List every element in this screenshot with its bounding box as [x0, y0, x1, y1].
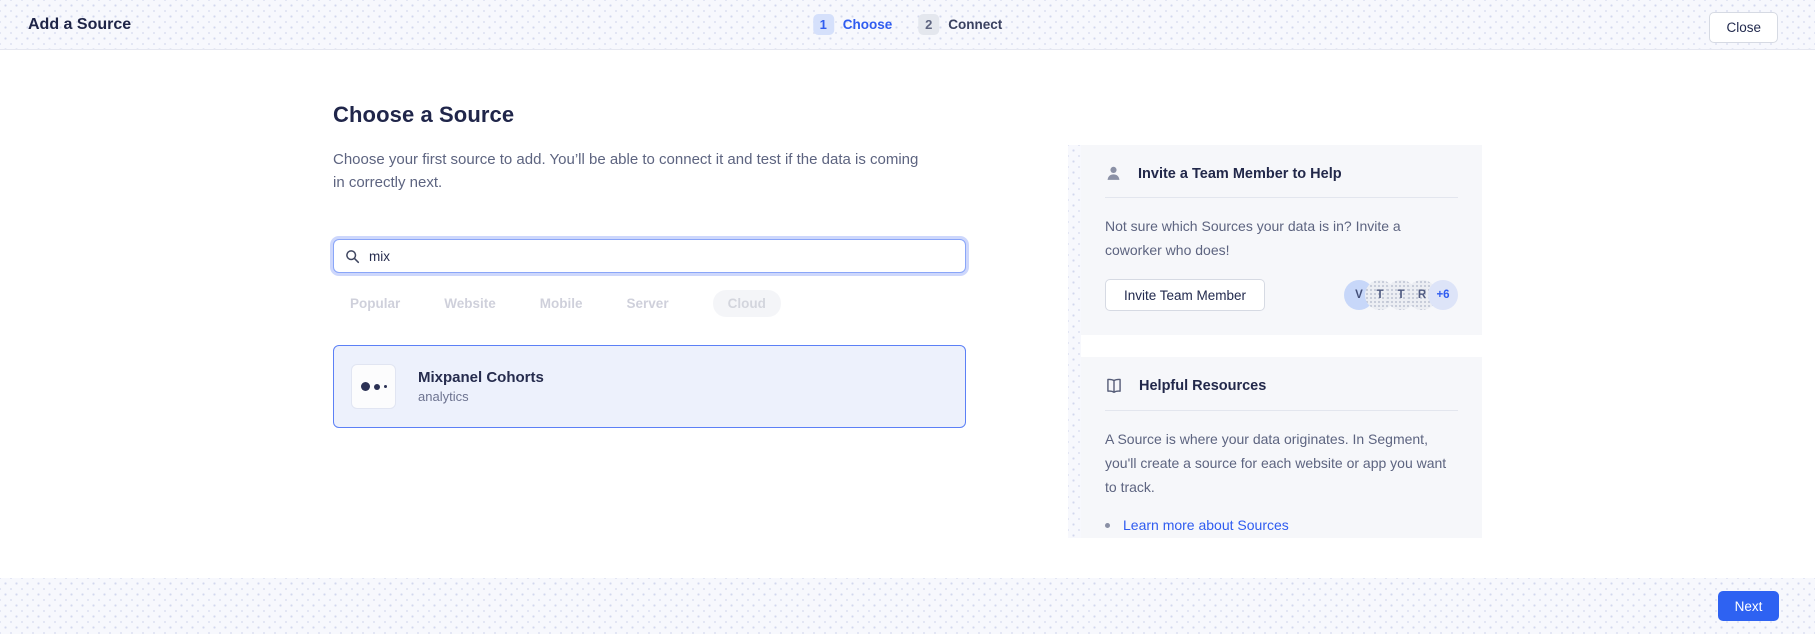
section-heading: Choose a Source — [333, 102, 973, 128]
choose-source-panel: Choose a Source Choose your first source… — [333, 102, 973, 428]
card-title: Invite a Team Member to Help — [1138, 166, 1342, 182]
resources-link-list: Learn more about Sources — [1105, 517, 1458, 533]
team-avatars: V T T R +6 — [1344, 280, 1458, 310]
avatar-overflow-count: +6 — [1428, 280, 1458, 310]
resources-card-body: A Source is where your data originates. … — [1105, 427, 1458, 499]
source-search-box — [333, 239, 966, 273]
source-result-title: Mixpanel Cohorts — [418, 369, 544, 386]
section-description: Choose your first source to add. You’ll … — [333, 148, 933, 194]
filter-tab-website[interactable]: Website — [444, 290, 496, 317]
close-button[interactable]: Close — [1709, 12, 1778, 43]
next-button[interactable]: Next — [1718, 591, 1779, 621]
person-icon — [1105, 165, 1122, 182]
step-connect[interactable]: 2 Connect — [918, 14, 1002, 35]
footer: Next — [0, 578, 1815, 634]
helpful-resources-card: Helpful Resources A Source is where your… — [1081, 357, 1482, 538]
filter-tab-mobile[interactable]: Mobile — [540, 290, 583, 317]
step-number-badge: 2 — [918, 14, 939, 35]
step-label: Connect — [948, 17, 1002, 32]
book-icon — [1105, 377, 1123, 395]
page-title: Add a Source — [28, 16, 131, 34]
source-result-category: analytics — [418, 389, 544, 404]
list-item: Learn more about Sources — [1105, 517, 1458, 533]
invite-team-card: Invite a Team Member to Help Not sure wh… — [1081, 145, 1482, 335]
help-sidebar: Invite a Team Member to Help Not sure wh… — [1081, 145, 1482, 538]
sidebar-divider-strip — [1068, 145, 1081, 538]
search-input[interactable] — [369, 249, 954, 264]
search-icon — [345, 249, 360, 264]
main-area: Choose a Source Choose your first source… — [0, 50, 1815, 578]
step-number-badge: 1 — [813, 14, 834, 35]
mixpanel-dots-logo — [352, 365, 395, 408]
invite-card-body: Not sure which Sources your data is in? … — [1105, 214, 1458, 262]
step-choose[interactable]: 1 Choose — [813, 14, 893, 35]
category-filter-tabs: Popular Website Mobile Server Cloud — [350, 290, 973, 317]
learn-more-sources-link[interactable]: Learn more about Sources — [1123, 517, 1289, 533]
filter-tab-cloud[interactable]: Cloud — [713, 290, 781, 317]
filter-tab-popular[interactable]: Popular — [350, 290, 400, 317]
invite-team-member-button[interactable]: Invite Team Member — [1105, 279, 1265, 311]
source-result-mixpanel-cohorts[interactable]: Mixpanel Cohorts analytics — [333, 345, 966, 428]
stepper: 1 Choose 2 Connect — [813, 14, 1003, 35]
add-source-page: Add a Source 1 Choose 2 Connect Close Ch… — [0, 0, 1815, 634]
card-title: Helpful Resources — [1139, 378, 1266, 394]
step-label: Choose — [843, 17, 893, 32]
filter-tab-server[interactable]: Server — [627, 290, 669, 317]
header: Add a Source 1 Choose 2 Connect Close — [0, 0, 1815, 50]
